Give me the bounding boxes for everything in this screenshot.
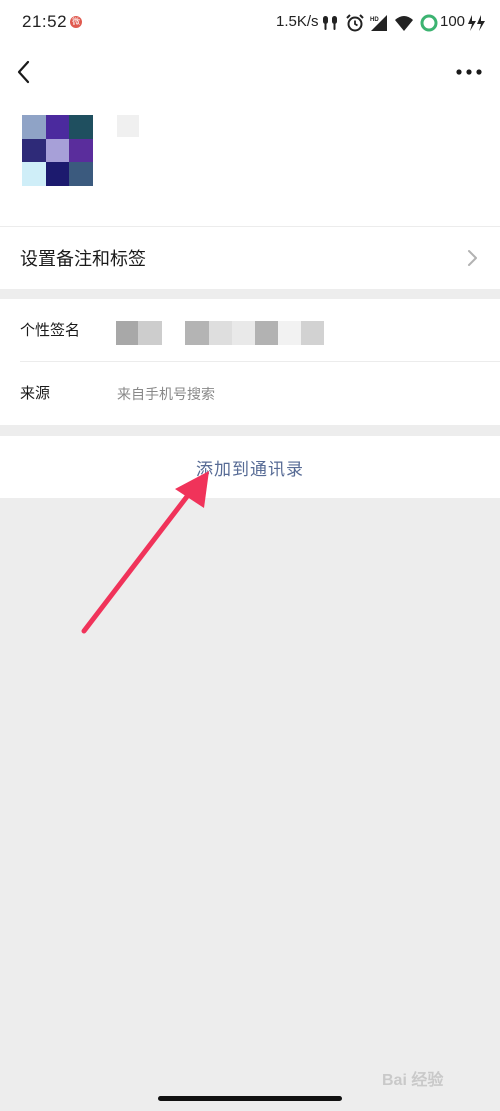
more-dots-icon[interactable]	[452, 58, 486, 86]
avatar-tile	[45, 115, 70, 139]
nickname-placeholder	[117, 115, 139, 137]
svg-text:HD: HD	[370, 17, 379, 23]
signature-label: 个性签名	[20, 321, 81, 339]
avatar-tile	[45, 138, 70, 163]
home-indicator[interactable]	[158, 1096, 342, 1101]
network-speed: 1.5K/s	[276, 13, 319, 30]
alarm-icon	[346, 14, 364, 32]
battery-level: 100	[440, 13, 466, 30]
source-row: 来源 来自手机号搜索	[0, 362, 500, 425]
set-remark-row[interactable]: 设置备注和标签	[0, 226, 500, 289]
avatar-tile	[22, 115, 46, 139]
charging-icon	[468, 15, 485, 31]
source-value: 来自手机号搜索	[117, 387, 215, 403]
watermark-logo: Bai 经验	[382, 1072, 444, 1089]
signature-row: 个性签名	[0, 299, 500, 362]
profile-header	[0, 100, 500, 226]
add-to-contacts-button[interactable]: 添加到通讯录	[0, 436, 500, 498]
set-remark-label: 设置备注和标签	[20, 249, 146, 270]
info-section: 个性签名 来源 来自手机号搜索	[0, 299, 500, 425]
avatar-tile	[69, 162, 93, 186]
status-time: 21:52	[22, 12, 68, 31]
status-bar: 21:52 微 1.5K/s HD 100	[0, 0, 500, 46]
add-to-contacts-label: 添加到通讯录	[196, 460, 304, 480]
back-icon[interactable]	[10, 56, 42, 88]
hd-signal-icon: HD	[370, 15, 387, 31]
avatar-tile	[69, 138, 93, 163]
battery-ring-icon	[420, 14, 438, 32]
signature-value-pixelated	[116, 321, 336, 345]
avatar-tile	[22, 138, 46, 163]
section-gap	[0, 289, 500, 299]
earbuds-icon	[323, 16, 337, 30]
avatar-tile	[22, 162, 46, 186]
avatar-tile	[69, 115, 93, 139]
chevron-right-icon	[468, 250, 477, 266]
avatar-tile	[45, 162, 70, 186]
wifi-icon	[395, 16, 413, 31]
avatar[interactable]	[22, 115, 93, 186]
nav-bar	[0, 46, 500, 100]
notification-badge-icon: 微	[70, 16, 82, 28]
source-label: 来源	[20, 384, 51, 402]
